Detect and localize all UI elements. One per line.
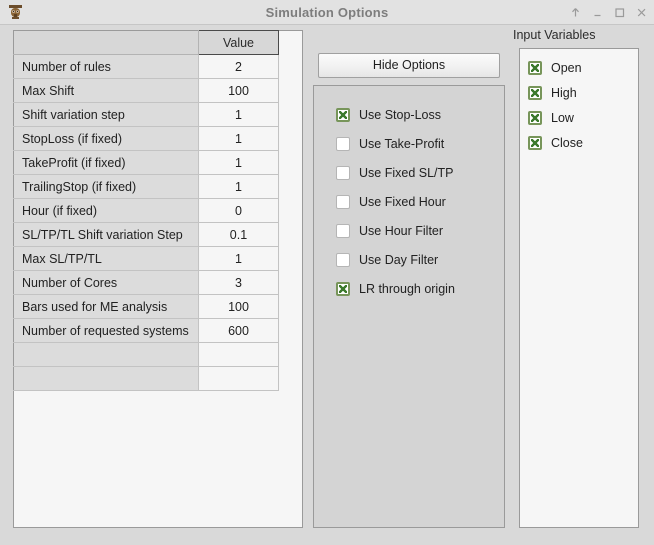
row-value[interactable]: 100 [198, 294, 279, 319]
shade-button[interactable] [569, 6, 582, 19]
checkbox-label: Open [551, 61, 582, 75]
table-row[interactable] [13, 342, 279, 367]
checkbox-use-take-profit[interactable]: Use Take-Profit [336, 136, 444, 152]
table-row[interactable]: Number of requested systems 600 [13, 318, 279, 343]
checkbox-label: Low [551, 111, 574, 125]
row-value[interactable]: 0 [198, 198, 279, 223]
row-label[interactable]: Number of rules [13, 54, 199, 79]
row-value[interactable]: 1 [198, 150, 279, 175]
row-value[interactable]: 3 [198, 270, 279, 295]
hide-options-button[interactable]: Hide Options [318, 53, 500, 78]
input-variable-close[interactable]: Close [528, 135, 583, 151]
checkbox-label: Use Day Filter [359, 253, 439, 267]
table-row[interactable]: Number of Cores 3 [13, 270, 279, 295]
table-row[interactable]: StopLoss (if fixed) 1 [13, 126, 279, 151]
row-value[interactable] [198, 366, 279, 391]
table-row[interactable]: TrailingStop (if fixed) 1 [13, 174, 279, 199]
checkbox-use-day-filter[interactable]: Use Day Filter [336, 252, 438, 268]
checkbox-unchecked-icon[interactable] [336, 195, 350, 209]
checkbox-label: Use Take-Profit [359, 137, 445, 151]
row-label[interactable]: TakeProfit (if fixed) [13, 150, 199, 175]
input-variables-title: Input Variables [513, 28, 596, 42]
minimize-button[interactable] [591, 6, 604, 19]
table-row[interactable] [13, 366, 279, 391]
column-header-name[interactable] [13, 30, 199, 55]
checkbox-label: High [551, 86, 577, 100]
row-label[interactable]: Shift variation step [13, 102, 199, 127]
checkbox-checked-icon[interactable] [528, 136, 542, 150]
table-row[interactable]: Bars used for ME analysis 100 [13, 294, 279, 319]
checkbox-use-stop-loss[interactable]: Use Stop-Loss [336, 107, 441, 123]
table-row[interactable]: Hour (if fixed) 0 [13, 198, 279, 223]
maximize-button[interactable] [613, 6, 626, 19]
checkbox-unchecked-icon[interactable] [336, 137, 350, 151]
row-value[interactable]: 1 [198, 246, 279, 271]
checkbox-checked-icon[interactable] [528, 86, 542, 100]
checkbox-use-hour-filter[interactable]: Use Hour Filter [336, 223, 443, 239]
checkbox-label: LR through origin [359, 282, 455, 296]
table-row[interactable]: Max SL/TP/TL 1 [13, 246, 279, 271]
checkbox-unchecked-icon[interactable] [336, 253, 350, 267]
row-label[interactable]: Number of requested systems [13, 318, 199, 343]
column-header-value[interactable]: Value [198, 30, 279, 55]
row-label[interactable] [13, 366, 199, 391]
checkbox-checked-icon[interactable] [336, 282, 350, 296]
row-label[interactable]: Bars used for ME analysis [13, 294, 199, 319]
input-variable-low[interactable]: Low [528, 110, 574, 126]
row-value[interactable]: 600 [198, 318, 279, 343]
options-table-wrap[interactable]: Value Number of rules 2 Max Shift 100 Shift v… [13, 30, 279, 391]
checkbox-label: Use Fixed Hour [359, 195, 446, 209]
row-value[interactable]: 100 [198, 78, 279, 103]
table-row[interactable]: SL/TP/TL Shift variation Step 0.1 [13, 222, 279, 247]
checkbox-checked-icon[interactable] [528, 111, 542, 125]
checkbox-use-fixed-hour[interactable]: Use Fixed Hour [336, 194, 446, 210]
checkbox-label: Use Hour Filter [359, 224, 444, 238]
checkbox-checked-icon[interactable] [528, 61, 542, 75]
row-label[interactable]: Max SL/TP/TL [13, 246, 199, 271]
row-value[interactable]: 1 [198, 102, 279, 127]
row-label[interactable]: Number of Cores [13, 270, 199, 295]
row-label[interactable]: SL/TP/TL Shift variation Step [13, 222, 199, 247]
checkbox-label: Use Fixed SL/TP [359, 166, 454, 180]
checkbox-unchecked-icon[interactable] [336, 224, 350, 238]
row-label[interactable] [13, 342, 199, 367]
title-bar: Simulation Options [0, 0, 654, 25]
window-title: Simulation Options [265, 5, 389, 20]
table-row[interactable]: Number of rules 2 [13, 54, 279, 79]
checkbox-unchecked-icon[interactable] [336, 166, 350, 180]
checkbox-label: Use Stop-Loss [359, 108, 441, 122]
close-button[interactable] [635, 6, 648, 19]
table-row[interactable]: Max Shift 100 [13, 78, 279, 103]
input-variable-open[interactable]: Open [528, 60, 582, 76]
row-label[interactable]: TrailingStop (if fixed) [13, 174, 199, 199]
row-value[interactable]: 1 [198, 126, 279, 151]
row-label[interactable]: Max Shift [13, 78, 199, 103]
window-controls [569, 0, 648, 25]
row-value[interactable] [198, 342, 279, 367]
input-variable-high[interactable]: High [528, 85, 577, 101]
checkbox-lr-through-origin[interactable]: LR through origin [336, 281, 455, 297]
row-label[interactable]: Hour (if fixed) [13, 198, 199, 223]
table-row[interactable]: TakeProfit (if fixed) 1 [13, 150, 279, 175]
row-label[interactable]: StopLoss (if fixed) [13, 126, 199, 151]
checkbox-label: Close [551, 136, 583, 150]
options-table[interactable]: Value Number of rules 2 Max Shift 100 Shift v… [13, 30, 279, 391]
row-value[interactable]: 2 [198, 54, 279, 79]
checkbox-use-fixed-sl-tp[interactable]: Use Fixed SL/TP [336, 165, 453, 181]
table-row[interactable]: Shift variation step 1 [13, 102, 279, 127]
row-value[interactable]: 1 [198, 174, 279, 199]
table-header-row: Value [13, 30, 279, 55]
row-value[interactable]: 0.1 [198, 222, 279, 247]
checkbox-checked-icon[interactable] [336, 108, 350, 122]
